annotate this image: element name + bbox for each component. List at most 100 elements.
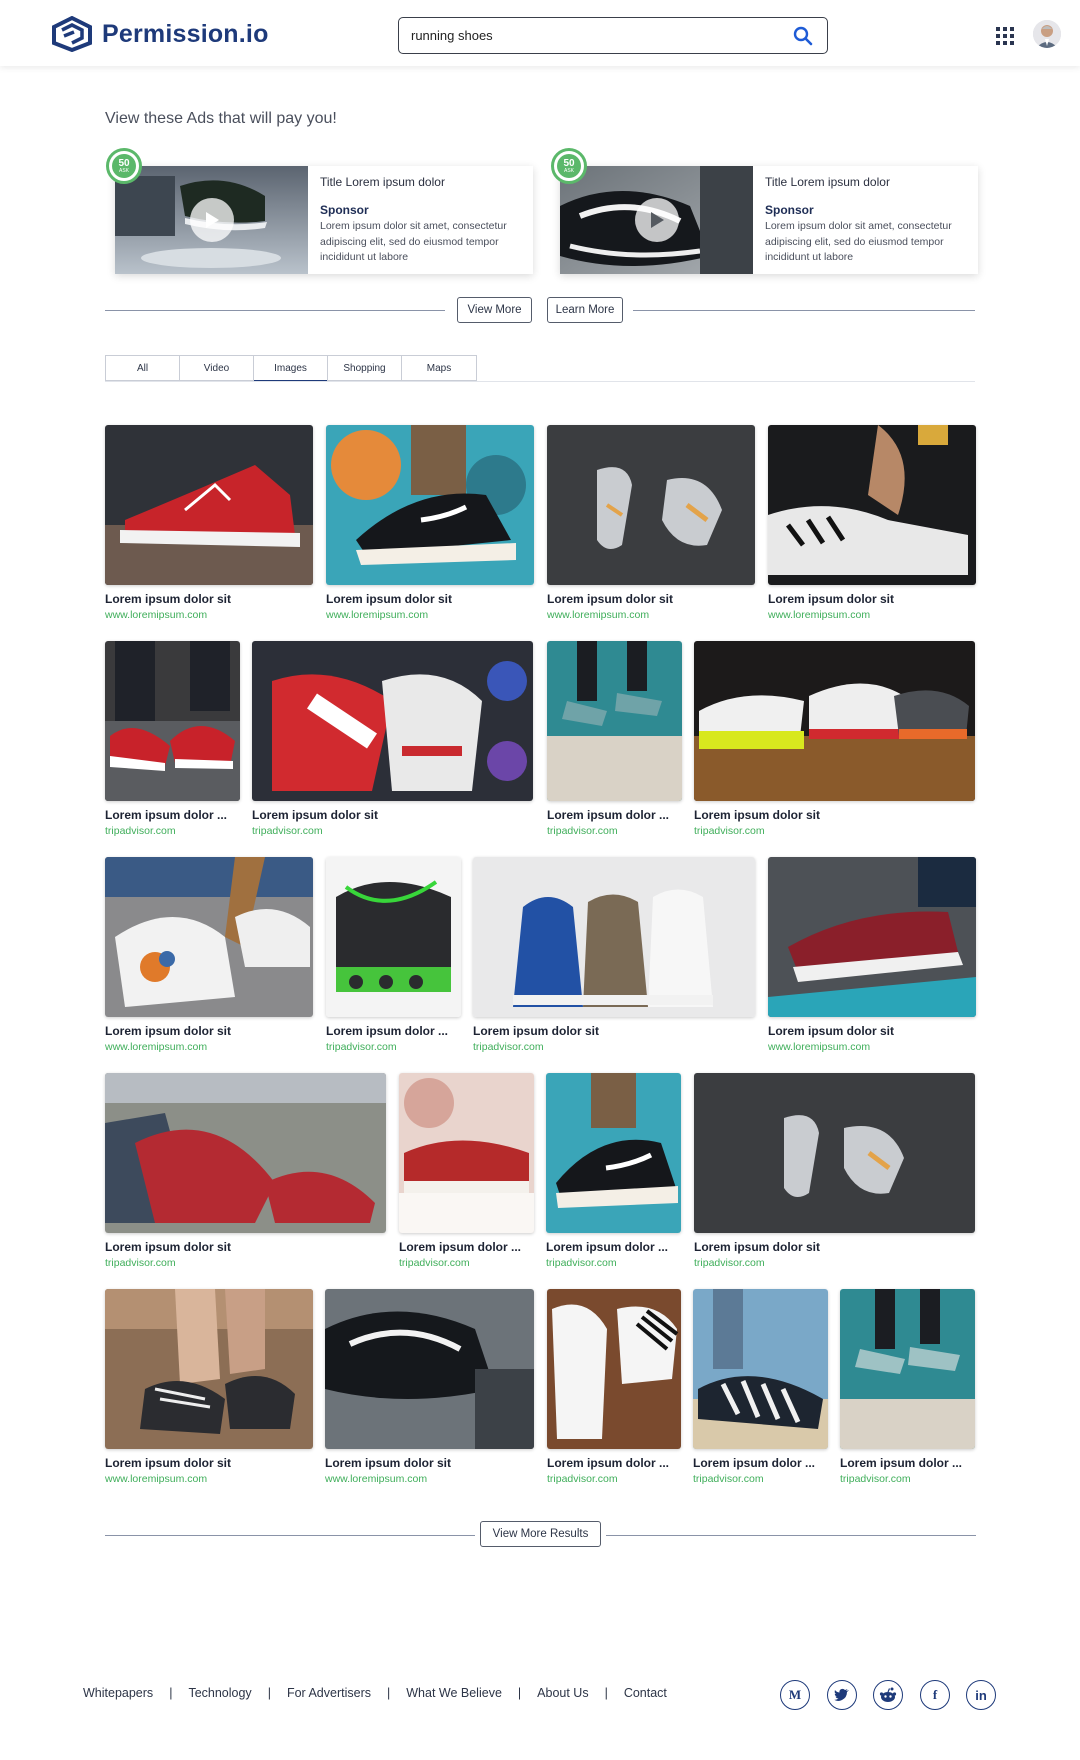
red-sneaker-image bbox=[105, 425, 313, 585]
ad-thumbnail[interactable] bbox=[560, 166, 753, 274]
result-title[interactable]: Lorem ipsum dolor sit bbox=[473, 1024, 755, 1038]
result-title[interactable]: Lorem ipsum dolor ... bbox=[840, 1456, 975, 1470]
result-title[interactable]: Lorem ipsum dolor sit bbox=[694, 1240, 975, 1254]
ad-sponsor: Sponsor bbox=[320, 203, 369, 217]
tab-all[interactable]: All bbox=[106, 356, 180, 380]
result-url[interactable]: tripadvisor.com bbox=[694, 825, 765, 837]
result-thumbnail[interactable] bbox=[693, 1289, 828, 1449]
result-title[interactable]: Lorem ipsum dolor ... bbox=[399, 1240, 534, 1254]
result-title[interactable]: Lorem ipsum dolor ... bbox=[547, 1456, 681, 1470]
result-url[interactable]: tripadvisor.com bbox=[326, 1041, 397, 1053]
footer-link-contact[interactable]: Contact bbox=[624, 1686, 667, 1700]
ad-card[interactable]: Title Lorem ipsum dolor Sponsor Lorem ip… bbox=[560, 166, 978, 274]
tab-images[interactable]: Images bbox=[254, 356, 328, 382]
twitter-icon[interactable] bbox=[827, 1680, 857, 1710]
apps-grid-icon[interactable] bbox=[996, 27, 1014, 45]
ad-thumbnail[interactable] bbox=[115, 166, 308, 274]
tab-shopping[interactable]: Shopping bbox=[328, 356, 402, 380]
result-url[interactable]: tripadvisor.com bbox=[473, 1041, 544, 1053]
vans-sneaker-image bbox=[325, 1289, 534, 1449]
learn-more-button[interactable]: Learn More bbox=[547, 297, 623, 323]
result-thumbnail[interactable] bbox=[399, 1073, 534, 1233]
result-title[interactable]: Lorem ipsum dolor sit bbox=[105, 1024, 313, 1038]
result-url[interactable]: tripadvisor.com bbox=[546, 1257, 617, 1269]
play-button[interactable] bbox=[634, 198, 679, 242]
top-bar: Permission.io bbox=[0, 0, 1080, 66]
result-title[interactable]: Lorem ipsum dolor sit bbox=[694, 808, 975, 822]
result-title[interactable]: Lorem ipsum dolor sit bbox=[252, 808, 533, 822]
result-url[interactable]: www.loremipsum.com bbox=[547, 609, 649, 621]
result-title[interactable]: Lorem ipsum dolor sit bbox=[105, 1456, 313, 1470]
result-url[interactable]: tripadvisor.com bbox=[105, 825, 176, 837]
result-url[interactable]: tripadvisor.com bbox=[840, 1473, 911, 1485]
result-thumbnail[interactable] bbox=[105, 1289, 313, 1449]
result-url[interactable]: www.loremipsum.com bbox=[105, 609, 207, 621]
footer-link-about-us[interactable]: About Us bbox=[537, 1686, 588, 1700]
result-title[interactable]: Lorem ipsum dolor sit bbox=[768, 592, 976, 606]
result-title[interactable]: Lorem ipsum dolor ... bbox=[105, 808, 240, 822]
result-thumbnail[interactable] bbox=[694, 1073, 975, 1233]
result-thumbnail[interactable] bbox=[768, 857, 976, 1017]
medium-icon[interactable]: M bbox=[780, 1680, 810, 1710]
twitter-glyph bbox=[834, 1688, 849, 1701]
view-more-results-button[interactable]: View More Results bbox=[480, 1521, 601, 1547]
result-thumbnail[interactable] bbox=[326, 425, 534, 585]
result-thumbnail[interactable] bbox=[473, 857, 755, 1017]
result-thumbnail[interactable] bbox=[105, 641, 240, 801]
result-title[interactable]: Lorem ipsum dolor ... bbox=[326, 1024, 461, 1038]
result-url[interactable]: www.loremipsum.com bbox=[768, 1041, 870, 1053]
footer-link-for-advertisers[interactable]: For Advertisers bbox=[287, 1686, 371, 1700]
result-url[interactable]: www.loremipsum.com bbox=[768, 609, 870, 621]
search-input[interactable] bbox=[411, 28, 791, 43]
result-thumbnail[interactable] bbox=[546, 1073, 681, 1233]
footer-link-what-we-believe[interactable]: What We Believe bbox=[406, 1686, 502, 1700]
play-icon bbox=[205, 212, 219, 228]
result-url[interactable]: www.loremipsum.com bbox=[105, 1041, 207, 1053]
result-thumbnail[interactable] bbox=[694, 641, 975, 801]
result-thumbnail[interactable] bbox=[105, 857, 313, 1017]
view-more-button[interactable]: View More bbox=[457, 297, 532, 323]
result-url[interactable]: tripadvisor.com bbox=[694, 1257, 765, 1269]
result-thumbnail[interactable] bbox=[547, 1289, 681, 1449]
result-url[interactable]: www.loremipsum.com bbox=[326, 609, 428, 621]
result-thumbnail[interactable] bbox=[252, 641, 533, 801]
ad-card[interactable]: Title Lorem ipsum dolor Sponsor Lorem ip… bbox=[115, 166, 533, 274]
result-thumbnail[interactable] bbox=[547, 425, 755, 585]
result-thumbnail[interactable] bbox=[840, 1289, 975, 1449]
search-button[interactable] bbox=[791, 24, 815, 48]
result-url[interactable]: www.loremipsum.com bbox=[325, 1473, 427, 1485]
result-title[interactable]: Lorem ipsum dolor sit bbox=[768, 1024, 976, 1038]
result-title[interactable]: Lorem ipsum dolor sit bbox=[325, 1456, 534, 1470]
play-button[interactable] bbox=[189, 198, 234, 242]
brand-logo[interactable]: Permission.io bbox=[50, 16, 269, 52]
result-thumbnail[interactable] bbox=[547, 641, 682, 801]
result-thumbnail[interactable] bbox=[105, 1073, 386, 1233]
result-url[interactable]: tripadvisor.com bbox=[547, 1473, 618, 1485]
result-thumbnail[interactable] bbox=[105, 425, 313, 585]
result-title[interactable]: Lorem ipsum dolor sit bbox=[105, 592, 313, 606]
result-title[interactable]: Lorem ipsum dolor ... bbox=[693, 1456, 828, 1470]
result-url[interactable]: tripadvisor.com bbox=[105, 1257, 176, 1269]
result-thumbnail[interactable] bbox=[325, 1289, 534, 1449]
result-url[interactable]: tripadvisor.com bbox=[547, 825, 618, 837]
result-thumbnail[interactable] bbox=[326, 857, 461, 1017]
reddit-icon[interactable] bbox=[873, 1680, 903, 1710]
avatar[interactable] bbox=[1033, 20, 1061, 48]
result-url[interactable]: tripadvisor.com bbox=[693, 1473, 764, 1485]
facebook-icon[interactable]: f bbox=[920, 1680, 950, 1710]
result-thumbnail[interactable] bbox=[768, 425, 976, 585]
footer-link-whitepapers[interactable]: Whitepapers bbox=[83, 1686, 153, 1700]
tab-video[interactable]: Video bbox=[180, 356, 254, 380]
result-title[interactable]: Lorem ipsum dolor sit bbox=[547, 592, 755, 606]
footer-link-technology[interactable]: Technology bbox=[188, 1686, 251, 1700]
result-title[interactable]: Lorem ipsum dolor sit bbox=[105, 1240, 386, 1254]
result-title[interactable]: Lorem ipsum dolor ... bbox=[547, 808, 682, 822]
result-url[interactable]: tripadvisor.com bbox=[252, 825, 323, 837]
result-url[interactable]: tripadvisor.com bbox=[399, 1257, 470, 1269]
result-title[interactable]: Lorem ipsum dolor sit bbox=[326, 592, 534, 606]
linkedin-icon[interactable]: in bbox=[966, 1680, 996, 1710]
result-title[interactable]: Lorem ipsum dolor ... bbox=[546, 1240, 681, 1254]
result-url[interactable]: www.loremipsum.com bbox=[105, 1473, 207, 1485]
jordan-sneakers-image bbox=[105, 641, 240, 801]
tab-maps[interactable]: Maps bbox=[402, 356, 476, 380]
